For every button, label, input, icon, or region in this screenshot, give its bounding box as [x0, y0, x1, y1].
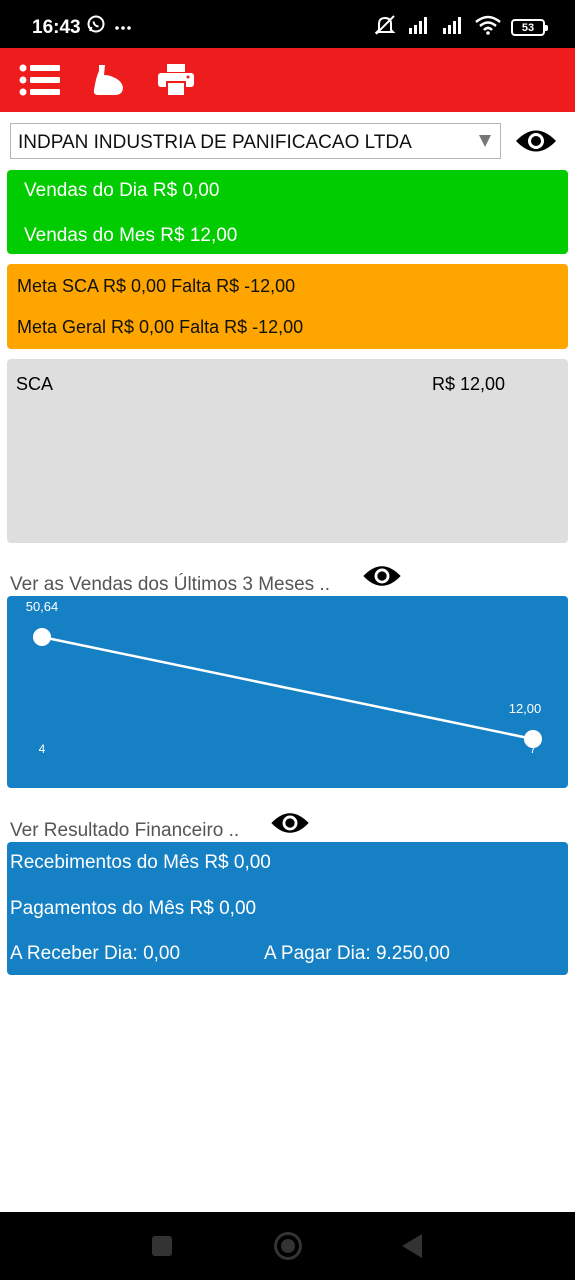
recents-square-icon[interactable] [151, 1235, 173, 1262]
breakdown-card: SCA R$ 12,00 [7, 359, 568, 543]
finance-card: Recebimentos do Mês R$ 0,00 Pagamentos d… [7, 842, 568, 975]
company-select-value: INDPAN INDUSTRIA DE PANIFICACAO LTDA [18, 132, 412, 153]
data-point[interactable] [33, 628, 51, 646]
whatsapp-icon [86, 14, 106, 39]
company-select[interactable]: INDPAN INDUSTRIA DE PANIFICACAO LTDA [10, 123, 501, 159]
signal-icon [407, 16, 431, 39]
sales-card: Vendas do Dia R$ 0,00 Vendas do Mes R$ 1… [7, 170, 568, 254]
x-tick-label: 4 [39, 742, 46, 756]
toolbar [0, 48, 575, 112]
back-triangle-icon[interactable] [401, 1233, 423, 1264]
battery-icon: 53 [511, 19, 548, 36]
list-menu-icon[interactable] [18, 62, 62, 98]
home-circle-icon[interactable] [273, 1231, 303, 1266]
breakdown-value: R$ 12,00 [432, 374, 506, 394]
eye-icon[interactable] [361, 562, 403, 595]
printer-icon[interactable] [158, 62, 194, 98]
series-line [41, 635, 534, 741]
payable-day-text: A Pagar Dia: 9.250,00 [264, 943, 450, 964]
eye-icon[interactable] [269, 809, 311, 842]
sales-day-text: Vendas do Dia R$ 0,00 [24, 180, 220, 201]
breakdown-label: SCA [16, 374, 54, 394]
signal-icon [441, 16, 465, 39]
sales-line-chart: 50,64 4 12,00 7 [26, 599, 542, 756]
goals-card: Meta SCA R$ 0,00 Falta R$ -12,00 Meta Ge… [7, 264, 568, 349]
navigation-bar [0, 1212, 575, 1280]
sales-chart: 50,64 4 12,00 7 [7, 596, 568, 788]
payments-text: Pagamentos do Mês R$ 0,00 [10, 898, 257, 919]
status-time: 16:43 [32, 17, 81, 38]
receipts-text: Recebimentos do Mês R$ 0,00 [10, 852, 271, 873]
sales-chart-section-label: Ver as Vendas dos Últimos 3 Meses .. [10, 574, 330, 595]
sales-month-text: Vendas do Mes R$ 12,00 [24, 225, 238, 246]
mute-icon [373, 14, 397, 41]
goal-sca-text: Meta SCA R$ 0,00 Falta R$ -12,00 [17, 276, 296, 296]
eye-icon[interactable] [514, 126, 558, 161]
x-tick-label: 7 [530, 742, 537, 756]
goal-general-text: Meta Geral R$ 0,00 Falta R$ -12,00 [17, 317, 304, 337]
receivable-day-text: A Receber Dia: 0,00 [10, 943, 181, 964]
data-label: 12,00 [509, 701, 542, 716]
status-bar: 16:43 53 [0, 0, 575, 48]
flexed-arm-icon[interactable] [90, 62, 126, 98]
data-label: 50,64 [26, 599, 59, 614]
wifi-icon [475, 15, 501, 40]
more-icon [114, 18, 132, 36]
chevron-down-icon [478, 133, 492, 154]
finance-section-label: Ver Resultado Financeiro .. [10, 820, 240, 841]
